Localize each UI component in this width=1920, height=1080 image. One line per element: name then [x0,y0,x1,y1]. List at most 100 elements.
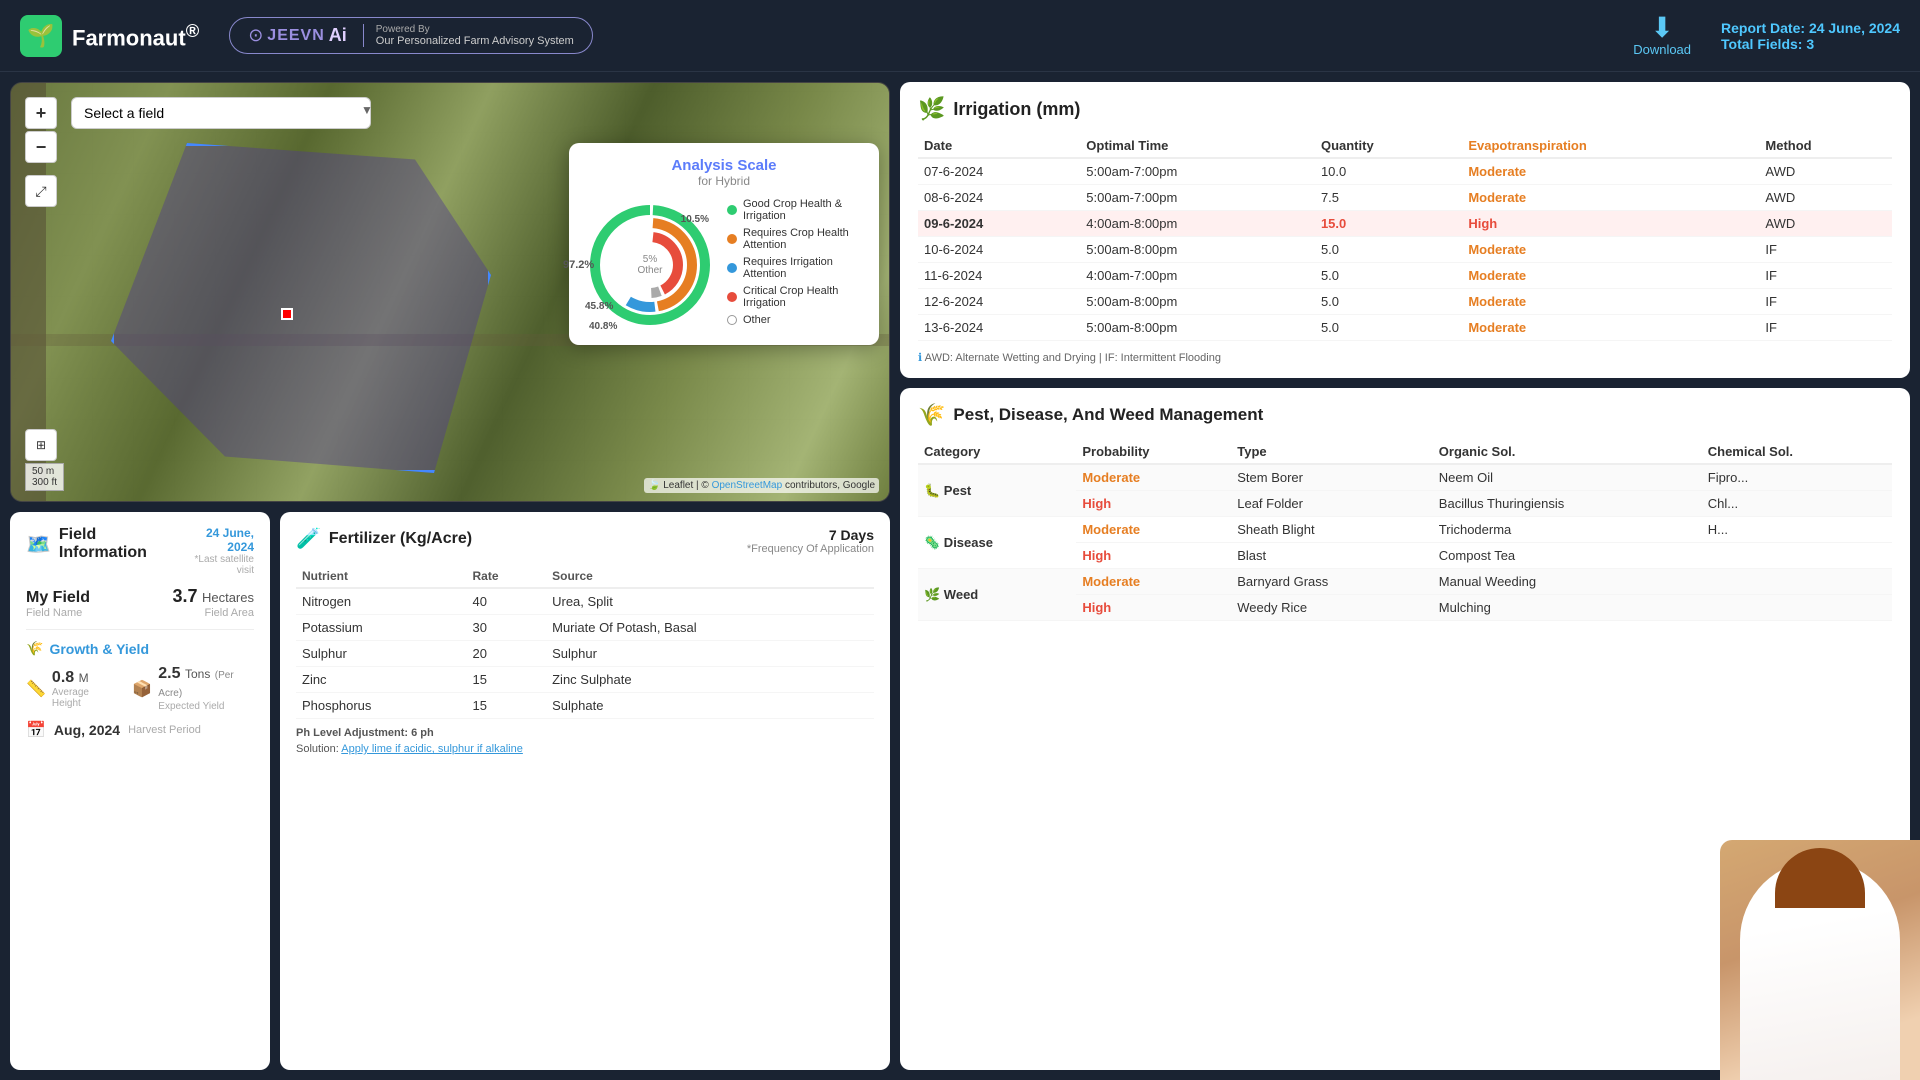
harvest-label: Harvest Period [128,724,201,736]
irr-method: IF [1759,315,1892,341]
pest-type: Blast [1231,543,1433,569]
irr-date: 11-6-2024 [918,263,1080,289]
field-info-date-sub: *Last satellite visit [179,554,254,576]
pest-prob: Moderate [1076,569,1231,595]
analysis-subtitle: for Hybrid [585,174,863,188]
logo-area: 🌱 Farmonaut® [20,15,199,57]
fert-rate: 30 [466,615,546,641]
irr-date: 12-6-2024 [918,289,1080,315]
yield-value: 2.5 [158,665,180,682]
legend-other: Other [727,314,863,326]
height-label: Average Height [52,687,116,709]
pest-panel: 🌾 Pest, Disease, And Weed Management Cat… [900,388,1910,1070]
solution-link[interactable]: Apply lime if acidic, sulphur if alkalin… [341,743,523,755]
fert-nutrient: Zinc [296,667,466,693]
fullscreen-button[interactable]: ⤢ [25,175,57,207]
pest-col-category: Category [918,440,1076,464]
growth-icon: 🌾 [26,640,43,657]
bottom-panels: 🗺️ Field Information 24 June, 2024 *Last… [10,512,890,1070]
fert-nutrient: Phosphorus [296,693,466,719]
field-row: My Field Field Name 3.7 Hectares Field A… [26,586,254,630]
donut-bottom-label: 40.8% [589,321,617,332]
legend-dot-green [727,205,737,215]
legend-label-other: Other [743,314,771,326]
powered-by-desc: Our Personalized Farm Advisory System [376,35,574,47]
pest-type: Sheath Blight [1231,517,1433,543]
download-button[interactable]: ⬇ Download [1633,14,1691,57]
irrigation-row: 08-6-2024 5:00am-7:00pm 7.5 Moderate AWD [918,185,1892,211]
pest-prob: High [1076,491,1231,517]
irr-evap: Moderate [1462,158,1759,185]
irr-time: 5:00am-8:00pm [1080,237,1315,263]
report-date-label: Report Date: [1721,20,1805,36]
legend-dot-blue [727,263,737,273]
analysis-body: 97.2% 10.5% 45.8% 5%Other 40.8% Good Cro… [585,198,863,331]
irr-qty: 15.0 [1315,211,1462,237]
irr-col-time: Optimal Time [1080,134,1315,158]
irrigation-header: 🌿 Irrigation (mm) [918,96,1892,122]
pest-chemical [1702,595,1892,621]
legend-label-irrigation: Requires Irrigation Attention [743,256,863,280]
category-icon-weed: 🌿 [924,587,940,602]
info-icon: ℹ [918,352,922,364]
analysis-scale-popup: Analysis Scale for Hybrid [569,143,879,345]
legend-dot-red [727,292,737,302]
pest-header: 🌾 Pest, Disease, And Weed Management [918,402,1892,428]
irr-date: 07-6-2024 [918,158,1080,185]
map-controls: + − ⤢ [25,97,57,207]
field-area-sub: Field Area [172,607,254,619]
pest-chemical [1702,569,1892,595]
pest-category-disease: 🦠 Disease [918,517,1076,569]
irr-evap: Moderate [1462,185,1759,211]
map-layer-button[interactable]: ⊞ [25,429,57,461]
irr-evap: High [1462,211,1759,237]
jeevn-badge: ⊙ JEEVN Ai Powered By Our Personalized F… [229,17,593,54]
fertilizer-row: Potassium 30 Muriate Of Potash, Basal [296,615,874,641]
irr-qty: 5.0 [1315,315,1462,341]
irr-qty: 7.5 [1315,185,1462,211]
yield-unit: Tons [185,667,210,681]
fert-col-source: Source [546,565,874,588]
irr-time: 5:00am-7:00pm [1080,185,1315,211]
logo-reg: ® [186,20,200,41]
irr-date: 09-6-2024 [918,211,1080,237]
field-info-date: 24 June, 2024 [179,526,254,554]
irrigation-panel: 🌿 Irrigation (mm) Date Optimal Time Quan… [900,82,1910,378]
fert-rate: 40 [466,588,546,615]
pest-organic: Mulching [1433,595,1702,621]
height-unit: M [79,671,89,685]
fertilizer-solution: Solution: Apply lime if acidic, sulphur … [296,743,874,755]
fert-source: Muriate Of Potash, Basal [546,615,874,641]
pest-row: 🐛 Pest Moderate Stem Borer Neem Oil Fipr… [918,464,1892,491]
pest-col-chemical: Chemical Sol. [1702,440,1892,464]
legend-dot-orange [727,234,737,244]
fert-nutrient: Nitrogen [296,588,466,615]
fert-rate: 15 [466,667,546,693]
zoom-out-button[interactable]: − [25,131,57,163]
irr-col-qty: Quantity [1315,134,1462,158]
pest-col-organic: Organic Sol. [1433,440,1702,464]
fert-source: Sulphate [546,693,874,719]
map-background: + − ⤢ Select a field ▼ ⊞ 50 m 300 ft 🍃 L… [11,83,889,501]
map-container[interactable]: + − ⤢ Select a field ▼ ⊞ 50 m 300 ft 🍃 L… [10,82,890,502]
farmonaut-logo-icon: 🌱 [20,15,62,57]
farmonaut-logo-text: Farmonaut® [72,20,199,51]
freq-days: 7 Days [747,527,874,543]
fertilizer-row: Phosphorus 15 Sulphate [296,693,874,719]
zoom-in-button[interactable]: + [25,97,57,129]
irrigation-table: Date Optimal Time Quantity Evapotranspir… [918,134,1892,341]
height-value: 0.8 [52,669,74,686]
fert-rate: 20 [466,641,546,667]
pest-type: Leaf Folder [1231,491,1433,517]
powered-by-block: Powered By Our Personalized Farm Advisor… [363,24,574,47]
irrigation-icon: 🌿 [918,96,945,122]
pest-organic: Manual Weeding [1433,569,1702,595]
field-select[interactable]: Select a field [71,97,371,129]
irr-time: 4:00am-7:00pm [1080,263,1315,289]
fertilizer-panel: 🧪 Fertilizer (Kg/Acre) 7 Days *Frequency… [280,512,890,1070]
irr-evap: Moderate [1462,263,1759,289]
header: 🌱 Farmonaut® ⊙ JEEVN Ai Powered By Our P… [0,0,1920,72]
pest-prob: High [1076,595,1231,621]
irrigation-row: 10-6-2024 5:00am-8:00pm 5.0 Moderate IF [918,237,1892,263]
total-fields-value: 3 [1806,36,1814,52]
